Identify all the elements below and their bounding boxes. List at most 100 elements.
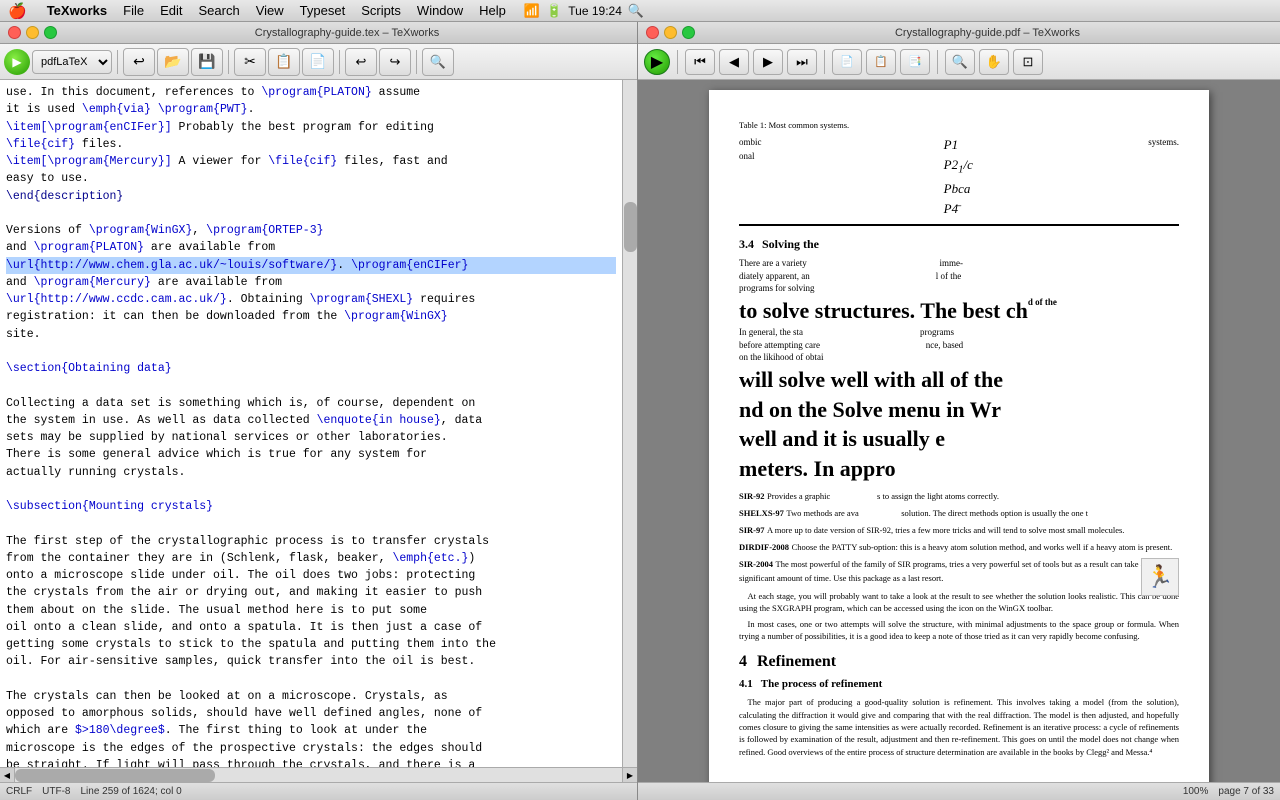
pdf-viewer-panel: Crystallography-guide.pdf – TeXworks ▶ ⏮… bbox=[638, 22, 1280, 800]
wifi-icon: 📶 bbox=[524, 3, 540, 19]
sxgraph-icon: 🏃 bbox=[1141, 558, 1179, 596]
editor-line: sets may be supplied by national service… bbox=[6, 429, 616, 446]
pdf-statusbar: 100% page 7 of 33 bbox=[638, 782, 1280, 800]
spotlight-icon[interactable]: 🔍 bbox=[628, 3, 644, 19]
pdf-page-btn3[interactable]: 📑 bbox=[900, 49, 930, 75]
engine-select[interactable]: pdfLaTeX bbox=[32, 50, 112, 74]
pdf-fit-button[interactable]: ⊡ bbox=[1013, 49, 1043, 75]
paste-button[interactable]: 📄 bbox=[302, 48, 334, 76]
editor-line: \file{cif} files. bbox=[6, 136, 616, 153]
tex-editor-panel: Crystallography-guide.tex – TeXworks ▶ p… bbox=[0, 22, 638, 800]
pdf-close-button[interactable] bbox=[646, 26, 659, 39]
section-4-title: Refinement bbox=[757, 651, 836, 673]
large-text-3: nd on the Solve menu in Wr bbox=[739, 396, 1179, 424]
clock: Tue 19:24 bbox=[568, 4, 622, 18]
pdf-content-area[interactable]: Table 1: Most common systems. ombic onal… bbox=[638, 80, 1280, 782]
tex-window-title: Crystallography-guide.tex – TeXworks bbox=[65, 27, 629, 39]
editor-line: microscope is the edges of the prospecti… bbox=[6, 740, 616, 757]
editor-vscrollbar[interactable] bbox=[622, 80, 637, 767]
menu-texworks[interactable]: TeXworks bbox=[39, 3, 115, 18]
editor-line: the system in use. As well as data colle… bbox=[6, 412, 616, 429]
table-left-col: ombic onal bbox=[739, 136, 944, 218]
hscroll-left-button[interactable]: ◀ bbox=[0, 768, 15, 782]
sir97-entry: SIR-97 A more up to date version of SIR-… bbox=[739, 524, 1179, 538]
copy-button[interactable]: 📋 bbox=[268, 48, 300, 76]
table-p1: P1 bbox=[944, 136, 1149, 154]
redo-left-button[interactable]: ↩ bbox=[345, 48, 377, 76]
editor-line: \item[\program{Mercury}] A viewer for \f… bbox=[6, 153, 616, 170]
editor-line: the crystals from the air or drying out,… bbox=[6, 584, 616, 601]
menu-help[interactable]: Help bbox=[471, 3, 514, 18]
editor-line: There is some general advice which is tr… bbox=[6, 446, 616, 463]
section-41-num: 4.1 bbox=[739, 677, 753, 692]
table-content: ombic onal P1 P21/c Pbca P4̄ systems. bbox=[739, 136, 1179, 218]
pdf-toolbar: ▶ ⏮ ◀ ▶ ⏭ 📄 📋 📑 🔍 ✋ ⊡ bbox=[638, 44, 1280, 80]
close-button[interactable] bbox=[8, 26, 21, 39]
run-button[interactable]: ▶ bbox=[4, 49, 30, 75]
redo-right-button[interactable]: ↪ bbox=[379, 48, 411, 76]
shelxs97-text: Two methods are ava solution. The direct… bbox=[786, 508, 1088, 518]
editor-line: The first step of the crystallographic p… bbox=[6, 533, 616, 550]
pdf-prev-page-button[interactable]: ◀ bbox=[719, 49, 749, 75]
menu-scripts[interactable]: Scripts bbox=[353, 3, 409, 18]
hscroll-right-button[interactable]: ▶ bbox=[622, 768, 637, 782]
editor-text-area[interactable]: use. In this document, references to \pr… bbox=[0, 80, 622, 767]
menu-file[interactable]: File bbox=[115, 3, 152, 18]
minimize-button[interactable] bbox=[26, 26, 39, 39]
pdf-page-btn1[interactable]: 📄 bbox=[832, 49, 862, 75]
pdf-run-button[interactable]: ▶ bbox=[644, 49, 670, 75]
editor-line: Versions of \program{WinGX}, \program{OR… bbox=[6, 222, 616, 239]
menu-window[interactable]: Window bbox=[409, 3, 471, 18]
tex-statusbar: CRLF UTF-8 Line 259 of 1624; col 0 bbox=[0, 782, 637, 800]
table-caption: Table 1: Most common systems. bbox=[739, 120, 1179, 132]
editor-line: and \program{PLATON} are available from bbox=[6, 239, 616, 256]
pdf-window-title: Crystallography-guide.pdf – TeXworks bbox=[703, 27, 1272, 39]
toolbar-separator-3 bbox=[339, 50, 340, 74]
menu-edit[interactable]: Edit bbox=[152, 3, 190, 18]
open-button[interactable]: 📂 bbox=[157, 48, 189, 76]
undo-button[interactable]: ↩ bbox=[123, 48, 155, 76]
editor-line: be straight. If light will pass through … bbox=[6, 757, 616, 767]
menubar: 🍎 TeXworks File Edit Search View Typeset… bbox=[0, 0, 1280, 22]
pdf-last-page-button[interactable]: ⏭ bbox=[787, 49, 817, 75]
editor-line: \url{http://www.ccdc.cam.ac.uk/}. Obtain… bbox=[6, 291, 616, 308]
large-text-1: to solve structures. The best chd of the bbox=[739, 297, 1179, 325]
pdf-toolbar-sep1 bbox=[677, 50, 678, 74]
search-toolbar-button[interactable]: 🔍 bbox=[422, 48, 454, 76]
pdf-maximize-button[interactable] bbox=[682, 26, 695, 39]
sir92-entry: SIR-92 Provides a graphic s to assign th… bbox=[739, 490, 1179, 504]
menu-typeset[interactable]: Typeset bbox=[292, 3, 354, 18]
apple-menu[interactable]: 🍎 bbox=[8, 2, 27, 20]
maximize-button[interactable] bbox=[44, 26, 57, 39]
sir2004-text: The most powerful of the family of SIR p… bbox=[739, 559, 1144, 583]
pdf-page-btn2[interactable]: 📋 bbox=[866, 49, 896, 75]
tex-titlebar: Crystallography-guide.tex – TeXworks bbox=[0, 22, 637, 44]
pdf-toolbar-sep3 bbox=[937, 50, 938, 74]
cut-button[interactable]: ✂ bbox=[234, 48, 266, 76]
large-text-5: meters. In appro bbox=[739, 455, 1179, 483]
pdf-first-page-button[interactable]: ⏮ bbox=[685, 49, 715, 75]
editor-line: oil onto a clean slide, and onto a spatu… bbox=[6, 619, 616, 636]
section-34-header: 3.4 Solving the bbox=[739, 236, 1179, 253]
sir97-text: A more up to date version of SIR-92, tri… bbox=[767, 525, 1124, 535]
hscrollbar-track[interactable] bbox=[15, 768, 622, 782]
menu-search[interactable]: Search bbox=[191, 3, 248, 18]
editor-line: \item[\program{enCIFer}] Probably the be… bbox=[6, 119, 616, 136]
encoding-label: CRLF bbox=[6, 786, 32, 797]
editor-line bbox=[6, 515, 616, 532]
menu-view[interactable]: View bbox=[248, 3, 292, 18]
pdf-next-page-button[interactable]: ▶ bbox=[753, 49, 783, 75]
pdf-page-info: page 7 of 33 bbox=[1218, 786, 1274, 797]
pdf-minimize-button[interactable] bbox=[664, 26, 677, 39]
save-button[interactable]: 💾 bbox=[191, 48, 223, 76]
editor-line: them about on the slide. The usual metho… bbox=[6, 602, 616, 619]
editor-line bbox=[6, 671, 616, 688]
section-34-title: Solving the bbox=[762, 236, 819, 253]
editor-line bbox=[6, 343, 616, 360]
editor-line: The crystals can then be looked at on a … bbox=[6, 688, 616, 705]
pdf-pan-button[interactable]: ✋ bbox=[979, 49, 1009, 75]
pdf-zoom-button[interactable]: 🔍 bbox=[945, 49, 975, 75]
table-pbca: Pbca bbox=[944, 180, 1149, 198]
editor-line: \subsection{Mounting crystals} bbox=[6, 498, 616, 515]
dirdif-text: Choose the PATTY sub-option: this is a h… bbox=[792, 542, 1173, 552]
